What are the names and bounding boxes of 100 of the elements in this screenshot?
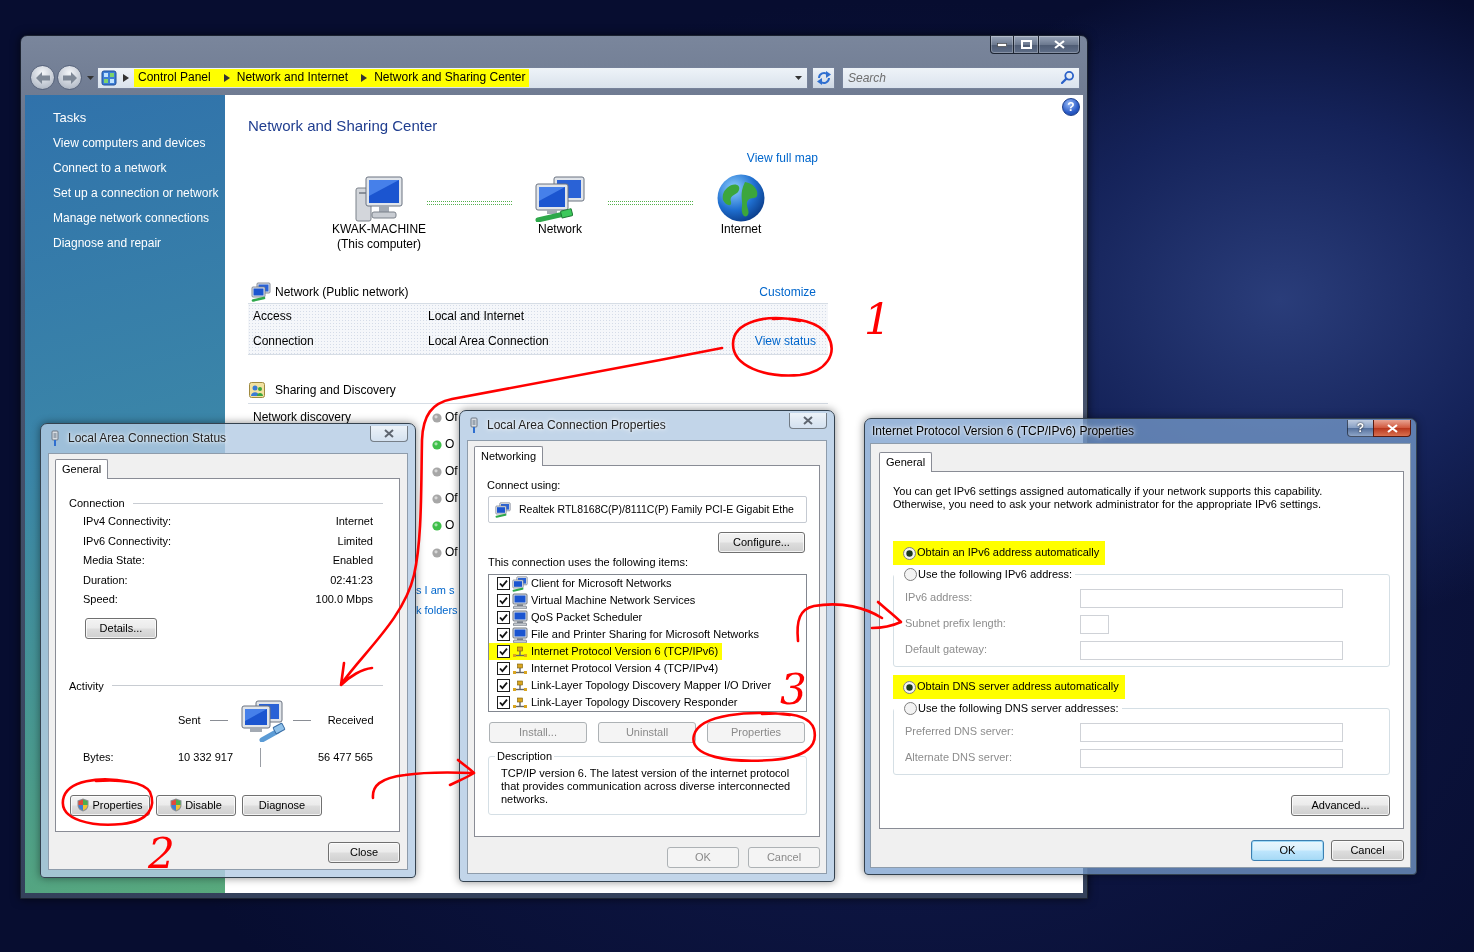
page-heading: Network and Sharing Center [248,116,439,136]
description-text: TCP/IP version 6. The latest version of the internet protocol that provides communication across diverse interconnected networks. [501,767,792,806]
list-item[interactable]: File and Printer Sharing for Microsoft Networks [489,626,764,643]
field-value: 10 332 917 [178,750,235,765]
checkbox[interactable] [497,645,510,658]
field-label: Media State: [83,554,145,568]
checkbox[interactable] [497,611,510,624]
list-item[interactable]: Client for Microsoft Networks [489,575,676,592]
field-label: This connection uses the following items: [488,555,689,569]
group-title: Connection [69,496,125,510]
field-value: Internet [335,515,373,529]
chevron-icon [223,73,230,82]
radio-button[interactable] [903,546,916,560]
maximize-button[interactable] [1013,36,1039,54]
adapter-name: Realtek RTL8168C(P)/8111C(P) Family PCI-E Gigabit Ethe [519,503,794,516]
task-link[interactable]: Diagnose and repair [53,231,225,256]
refresh-icon [815,69,832,86]
status-text: O [445,518,455,533]
close-button[interactable] [1373,420,1411,437]
group-title: Activity [69,678,104,693]
tab[interactable]: Networking [474,446,544,466]
customize-link[interactable]: Customize [759,284,816,300]
address-bar[interactable]: Control Panel Network and Internet Network and Sharing Center [97,66,808,89]
forward-button[interactable] [57,65,82,90]
computer-icon [512,609,528,626]
action-button[interactable]: Properties [70,794,150,816]
close-dialog-button[interactable]: Close [328,842,400,863]
caret-icon [86,75,94,80]
dialog-button[interactable]: OK [1251,840,1324,861]
list-item[interactable]: Internet Protocol Version 4 (TCP/IPv4) [489,660,723,677]
field-label: Preferred DNS server: [905,725,1015,739]
radio-button[interactable] [904,701,917,715]
status-text: O [445,437,455,452]
dialog-button[interactable]: Cancel [1331,840,1404,861]
checkbox[interactable] [497,577,510,590]
advanced-button[interactable]: Advanced... [1291,795,1390,816]
breadcrumb-link[interactable]: Control Panel [134,68,233,87]
view-full-map-link[interactable]: View full map [746,151,818,165]
field-value: 100.0 Mbps [315,593,373,607]
field-value: 56 477 565 [316,750,373,765]
list-item[interactable]: Internet Protocol Version 6 (TCP/IPv6) [489,643,723,660]
search-field[interactable]: Search [842,66,1080,89]
view-status-link[interactable]: View status [754,334,816,349]
task-link[interactable]: View computers and devices [53,131,225,156]
section-title: Network (Public network) [275,284,409,300]
action-button[interactable]: Diagnose [242,794,322,816]
breadcrumb-link[interactable]: Network and Sharing Center [370,68,529,87]
dialog-title: Local Area Connection Status [68,430,227,446]
radio-button[interactable] [904,567,917,581]
task-link[interactable]: Manage network connections [53,206,225,231]
checkbox[interactable] [497,679,510,692]
close-icon [1386,423,1398,433]
field-label: Bytes: [83,750,115,765]
status-text: Of [445,464,458,479]
section-title: Sharing and Discovery [275,382,396,398]
minimize-button[interactable] [990,36,1014,54]
tab[interactable]: General [879,452,933,472]
field-label: Duration: [83,573,128,587]
checkbox[interactable] [497,594,510,607]
network-computers-icon [512,575,528,592]
radio-option[interactable]: Obtain an IPv6 address automatically [893,541,1106,565]
info-label: Access [253,309,293,324]
status-text: Of [445,545,458,560]
list-item[interactable]: QoS Packet Scheduler [489,609,647,626]
radio-option[interactable]: Use the following IPv6 address: [894,566,1076,582]
list-item[interactable]: Link-Layer Topology Discovery Mapper I/O Driver [489,677,776,694]
back-button[interactable] [30,65,55,90]
checkbox[interactable] [497,662,510,675]
field-value: 02:41:23 [330,573,373,587]
node-sublabel: (This computer) [337,237,421,252]
protocol-icon [512,694,528,711]
control-panel-icon [101,69,117,86]
tab[interactable]: General [55,459,109,479]
forward-arrow-icon [62,71,77,84]
field-value: Limited [337,534,373,548]
minimize-icon [997,42,1007,47]
network-icon [534,176,586,222]
action-button[interactable]: Disable [156,794,236,816]
annotation-number: 1 [864,295,891,344]
configure-button[interactable]: Configure... [718,532,805,553]
refresh-button[interactable] [812,66,835,89]
radio-option[interactable]: Obtain DNS server address automatically [893,675,1125,699]
chevron-icon [123,73,129,82]
computer-icon [512,592,528,609]
list-item[interactable]: Virtual Machine Network Services [489,592,700,609]
radio-button[interactable] [903,680,916,694]
task-link[interactable]: Set up a connection or network [53,181,225,206]
checkbox[interactable] [497,696,510,709]
list-item[interactable]: Link-Layer Topology Discovery Responder [489,694,742,711]
field-label: Alternate DNS server: [905,751,1013,765]
details-button[interactable]: Details... [85,617,157,639]
checkbox[interactable] [497,628,510,641]
task-link[interactable]: Connect to a network [53,156,225,181]
breadcrumb-link[interactable]: Network and Internet [232,68,371,87]
pane-title: Tasks [53,109,88,127]
radio-option[interactable]: Use the following DNS server addresses: [894,700,1122,716]
field-label: Default gateway: [905,643,988,657]
close-button[interactable] [1038,36,1080,54]
activity-label: Received [327,713,374,728]
computer-icon [355,176,403,222]
